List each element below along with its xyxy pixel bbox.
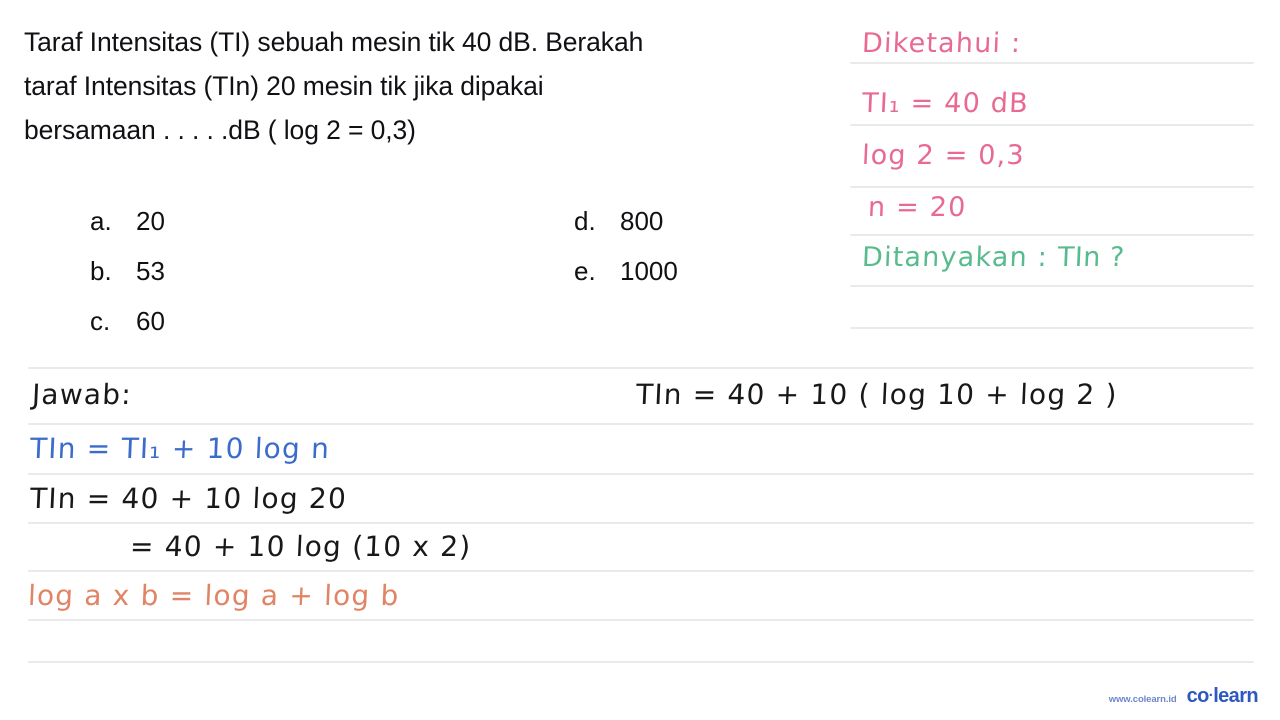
asked-label-text: Ditanyakan : xyxy=(861,242,1049,273)
rule-line-b-3 xyxy=(28,473,1254,475)
option-e-value: 1000 xyxy=(620,256,678,286)
answer-options: a. 20 b. 53 c. 60 d. 800 e. 1000 xyxy=(24,200,854,340)
option-d-value: 800 xyxy=(620,206,664,236)
known-item-2: log 2 = 0,3 xyxy=(861,140,1026,171)
option-d[interactable]: d. 800 xyxy=(574,206,663,236)
rule-line-tr-5 xyxy=(850,285,1254,287)
asked-label: Ditanyakan : TIn ? xyxy=(861,242,1125,273)
answer-right-step: TIn = 40 + 10 ( log 10 + log 2 ) xyxy=(635,378,1119,411)
option-a[interactable]: a. 20 xyxy=(90,206,165,236)
rule-line-b-1 xyxy=(28,367,1254,369)
question-line-1: Taraf Intensitas (TI) sebuah mesin tik 4… xyxy=(24,27,644,57)
rule-line-tr-4 xyxy=(850,234,1254,236)
option-a-value: 20 xyxy=(136,206,165,236)
known-heading: Diketahui : xyxy=(861,28,1023,59)
answer-log-rule: log a x b = log a + log b xyxy=(27,579,401,612)
question-line-2: taraf Intensitas (TIn) 20 mesin tik jika… xyxy=(24,71,544,101)
option-c-value: 60 xyxy=(136,306,165,336)
answer-step-2: = 40 + 10 log (10 x 2) xyxy=(129,530,473,563)
option-e[interactable]: e. 1000 xyxy=(574,256,678,286)
known-item-3: n = 20 xyxy=(867,192,968,223)
question-text: Taraf Intensitas (TI) sebuah mesin tik 4… xyxy=(24,20,854,152)
option-b[interactable]: b. 53 xyxy=(90,256,165,286)
known-item-1: TI₁ = 40 dB xyxy=(861,88,1030,119)
rule-line-tr-3 xyxy=(850,186,1254,188)
option-c-key: c. xyxy=(90,306,111,336)
watermark: www.colearn.id co·learn xyxy=(1108,685,1259,708)
rule-line-b-6 xyxy=(28,619,1254,621)
rule-line-b-5 xyxy=(28,570,1254,572)
option-b-value: 53 xyxy=(136,256,165,286)
option-e-key: e. xyxy=(574,256,596,286)
rule-line-tr-1 xyxy=(850,62,1254,64)
rule-line-b-4 xyxy=(28,522,1254,524)
answer-formula: TIn = TI₁ + 10 log n xyxy=(29,432,331,465)
colearn-logo: co·learn xyxy=(1186,685,1259,708)
logo-co: co xyxy=(1186,685,1210,707)
rule-line-tr-2 xyxy=(850,124,1254,126)
option-a-key: a. xyxy=(90,206,112,236)
answer-step-1: TIn = 40 + 10 log 20 xyxy=(29,482,348,515)
logo-learn: learn xyxy=(1213,685,1258,707)
asked-value-text: TIn ? xyxy=(1057,242,1126,273)
rule-line-b-2 xyxy=(28,423,1254,425)
option-d-key: d. xyxy=(574,206,596,236)
option-c[interactable]: c. 60 xyxy=(90,306,165,336)
answer-heading: Jawab: xyxy=(31,378,133,411)
rule-line-tr-6 xyxy=(850,327,1254,329)
worksheet-page: Taraf Intensitas (TI) sebuah mesin tik 4… xyxy=(0,0,1280,720)
option-b-key: b. xyxy=(90,256,112,286)
rule-line-b-7 xyxy=(28,661,1254,663)
watermark-url: www.colearn.id xyxy=(1108,694,1177,705)
question-line-3: bersamaan . . . . .dB ( log 2 = 0,3) xyxy=(24,115,416,145)
